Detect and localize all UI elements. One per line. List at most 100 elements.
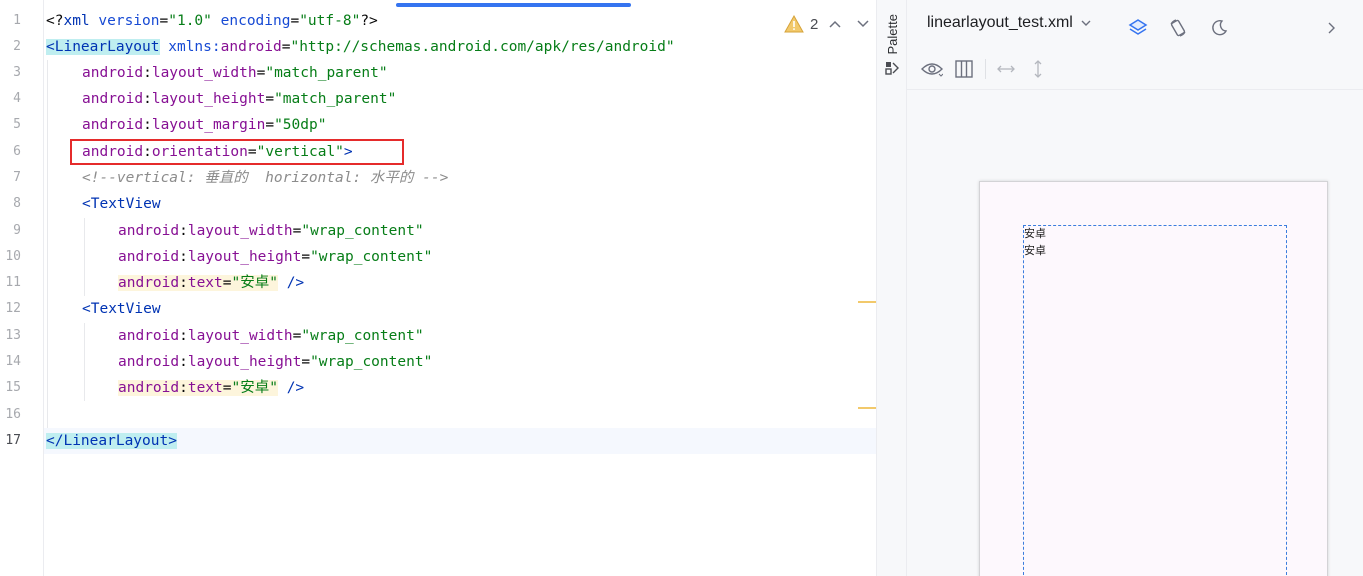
preview-textview[interactable]: 安卓 [1024, 227, 1046, 241]
code-line-15[interactable]: android:text="安卓" /> [118, 375, 304, 401]
error-stripe-mark[interactable] [858, 407, 876, 409]
line-number: 7 [13, 170, 21, 185]
code-token: layout_width [187, 328, 293, 344]
line-number: 8 [13, 196, 21, 211]
hardcoded-text-warning[interactable]: android:text="安卓" [118, 275, 278, 291]
code-token: layout_margin [151, 117, 266, 133]
chevron-down-icon [1081, 20, 1091, 26]
code-token: = [265, 117, 275, 133]
chevron-down-icon [857, 20, 869, 28]
code-token: /> [277, 380, 305, 396]
code-token: = [301, 354, 311, 370]
line-number: 15 [5, 380, 21, 395]
code-token: : [179, 223, 188, 239]
line-number-gutter[interactable]: 1 2 3 4 5 6 7 8 9 10 11 12 13 14 15 16 1… [0, 0, 44, 576]
device-preview[interactable]: 安卓 安卓 [979, 181, 1328, 576]
chevron-up-icon [829, 20, 841, 28]
line-number: 3 [13, 65, 21, 80]
layout-file-name: linearlayout_test.xml [927, 14, 1073, 31]
code-line-2[interactable]: <LinearLayout xmlns:android="http://sche… [46, 34, 675, 60]
line-number: 9 [13, 223, 21, 238]
code-token: = [159, 13, 169, 29]
linear-layout-bounds[interactable]: 安卓 安卓 [1023, 225, 1287, 576]
inspection-widget[interactable]: 2 [784, 12, 874, 36]
code-token: "utf-8" [299, 13, 361, 29]
code-token: /> [277, 275, 305, 291]
code-token: android [82, 117, 144, 133]
code-token: : [179, 380, 188, 396]
code-line-3[interactable]: android:layout_width="match_parent" [82, 60, 388, 86]
horizontal-scroll-thumb[interactable] [396, 3, 631, 7]
code-token: android [82, 65, 144, 81]
palette-label: Palette [884, 14, 900, 55]
code-editor[interactable]: 1 2 3 4 5 6 7 8 9 10 11 12 13 14 15 16 1… [0, 0, 876, 576]
warning-count[interactable]: 2 [810, 16, 818, 33]
horizontal-resize-icon [997, 65, 1015, 73]
indent-guide [84, 323, 85, 401]
code-line-5[interactable]: android:layout_margin="50dp" [82, 112, 326, 138]
preview-textview[interactable]: 安卓 [1024, 244, 1046, 258]
indent-guide [47, 60, 48, 428]
warning-icon[interactable] [784, 15, 804, 33]
line-number: 10 [5, 249, 21, 264]
code-token: android [82, 91, 144, 107]
code-line-14[interactable]: android:layout_height="wrap_content" [118, 349, 432, 375]
code-token: android [220, 39, 282, 55]
code-line-11[interactable]: android:text="安卓" /> [118, 270, 304, 296]
code-line-4[interactable]: android:layout_height="match_parent" [82, 86, 396, 112]
code-token: : [179, 354, 188, 370]
palette-tab[interactable]: Palette [881, 14, 903, 94]
code-token: TextView [90, 301, 161, 317]
line-number: 16 [5, 407, 21, 422]
code-token: "match_parent" [265, 65, 388, 81]
code-token: android [118, 380, 180, 396]
error-stripe-mark[interactable] [858, 301, 876, 303]
code-line-1[interactable]: <?xml version="1.0" encoding="utf-8"?> [46, 8, 378, 34]
code-token: "安卓" [231, 380, 278, 396]
vertical-resize-button[interactable] [1025, 56, 1051, 82]
next-highlight-button[interactable] [852, 13, 874, 35]
code-token: layout_width [187, 223, 293, 239]
line-number: 12 [5, 301, 21, 316]
code-token: android [118, 328, 180, 344]
code-line-8[interactable]: <TextView [82, 191, 161, 217]
code-line-13[interactable]: android:layout_width="wrap_content" [118, 323, 424, 349]
indent-guide [84, 218, 85, 296]
code-line-10[interactable]: android:layout_height="wrap_content" [118, 244, 432, 270]
blueprint-toggle-button[interactable] [951, 56, 977, 82]
line-number-current: 17 [5, 433, 21, 448]
design-surface-button[interactable] [1125, 15, 1151, 41]
night-mode-button[interactable] [1206, 15, 1232, 41]
code-token: = [290, 13, 300, 29]
layout-file-selector[interactable]: linearlayout_test.xml [927, 14, 1091, 32]
code-token: "wrap_content" [301, 223, 424, 239]
design-canvas[interactable]: 安卓 安卓 [907, 91, 1363, 576]
code-line-17[interactable]: </LinearLayout> [46, 428, 177, 454]
code-token: xml [63, 13, 99, 29]
code-token-tag-matched: </LinearLayout [46, 433, 169, 449]
code-token: "wrap_content" [310, 249, 433, 265]
code-line-12[interactable]: <TextView [82, 296, 161, 322]
code-token: text [187, 275, 223, 291]
line-number: 11 [5, 275, 21, 290]
code-token: <? [46, 13, 64, 29]
view-options-button[interactable] [919, 56, 945, 82]
code-line-9[interactable]: android:layout_width="wrap_content" [118, 218, 424, 244]
code-token: android [118, 249, 180, 265]
expand-toolbar-button[interactable] [1318, 15, 1344, 41]
line-number: 1 [13, 13, 21, 28]
code-token-tag-matched: <LinearLayout [46, 39, 160, 55]
night-mode-icon [1212, 19, 1228, 36]
orientation-button[interactable] [1165, 15, 1191, 41]
horizontal-resize-button[interactable] [993, 56, 1019, 82]
code-token: version [98, 13, 160, 29]
code-token: = [301, 249, 311, 265]
palette-tool-window-strip: Palette [876, 0, 907, 576]
code-token: "match_parent" [274, 91, 397, 107]
hardcoded-text-warning[interactable]: android:text="安卓" [118, 380, 278, 396]
code-token: android [118, 223, 180, 239]
code-line-7[interactable]: <!--vertical: 垂直的 horizontal: 水平的 --> [82, 165, 448, 191]
previous-highlight-button[interactable] [824, 13, 846, 35]
code-token: "wrap_content" [301, 328, 424, 344]
code-token: : [143, 117, 152, 133]
